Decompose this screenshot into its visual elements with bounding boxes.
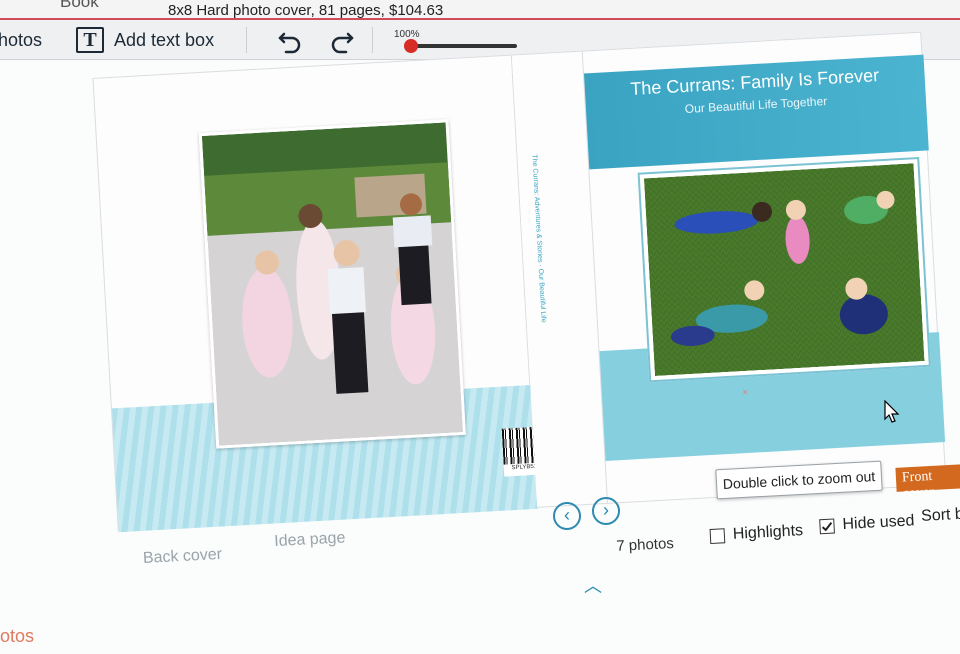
browser-strip — [0, 0, 960, 20]
hide-used-checkbox-box[interactable] — [819, 518, 835, 534]
toolbar-divider — [246, 27, 247, 53]
front-cover-photo[interactable] — [643, 163, 925, 377]
chevron-left-icon: ‹ — [564, 505, 570, 525]
text-box-icon: T — [76, 27, 104, 53]
highlights-checkbox-box[interactable] — [709, 527, 726, 544]
spine-text: The Currans: Adventures & Stories · Our … — [530, 154, 547, 323]
add-text-box-label: Add text box — [114, 29, 215, 50]
photos-tab[interactable]: hotos — [0, 30, 42, 51]
front-cover-photo-frame[interactable] — [637, 156, 931, 383]
highlights-label: Highlights — [732, 522, 804, 543]
back-cover-photo[interactable] — [198, 119, 466, 449]
mouse-cursor-icon — [884, 400, 900, 423]
highlights-checkbox[interactable]: Highlights — [709, 522, 803, 545]
idea-page-label[interactable]: Idea page — [274, 529, 346, 551]
hide-used-checkbox[interactable]: Hide used — [819, 512, 915, 535]
checkmark-icon — [821, 521, 833, 531]
remove-photo-icon[interactable]: ✕ — [742, 388, 750, 397]
previous-page-button[interactable]: ‹ — [553, 502, 581, 530]
book-spread: SPLYB51114-347 The Currans: Adventures &… — [92, 23, 960, 540]
redo-icon[interactable] — [328, 26, 356, 54]
undo-icon[interactable] — [276, 26, 304, 54]
hide-used-label: Hide used — [842, 512, 915, 534]
product-title: 8x8 Hard photo cover, 81 pages, $104.63 — [168, 2, 444, 19]
book-tab[interactable]: Book — [60, 0, 99, 12]
front-cover-page[interactable]: The Currans: Family Is Forever Our Beaut… — [581, 31, 947, 504]
chevron-up-icon[interactable]: ︿ — [584, 572, 602, 598]
back-cover-page[interactable]: SPLYB51114-347 — [92, 54, 567, 533]
zoom-level-label: 100% — [394, 29, 420, 40]
photo-count: 7 photos — [615, 534, 675, 555]
chevron-right-icon: › — [603, 500, 609, 520]
toolbar-divider — [372, 27, 373, 53]
sort-by-dropdown[interactable]: Sort by — [921, 505, 960, 526]
add-text-box-button[interactable]: T Add text box — [76, 26, 214, 54]
photos-panel-tab[interactable]: otos — [0, 626, 34, 647]
